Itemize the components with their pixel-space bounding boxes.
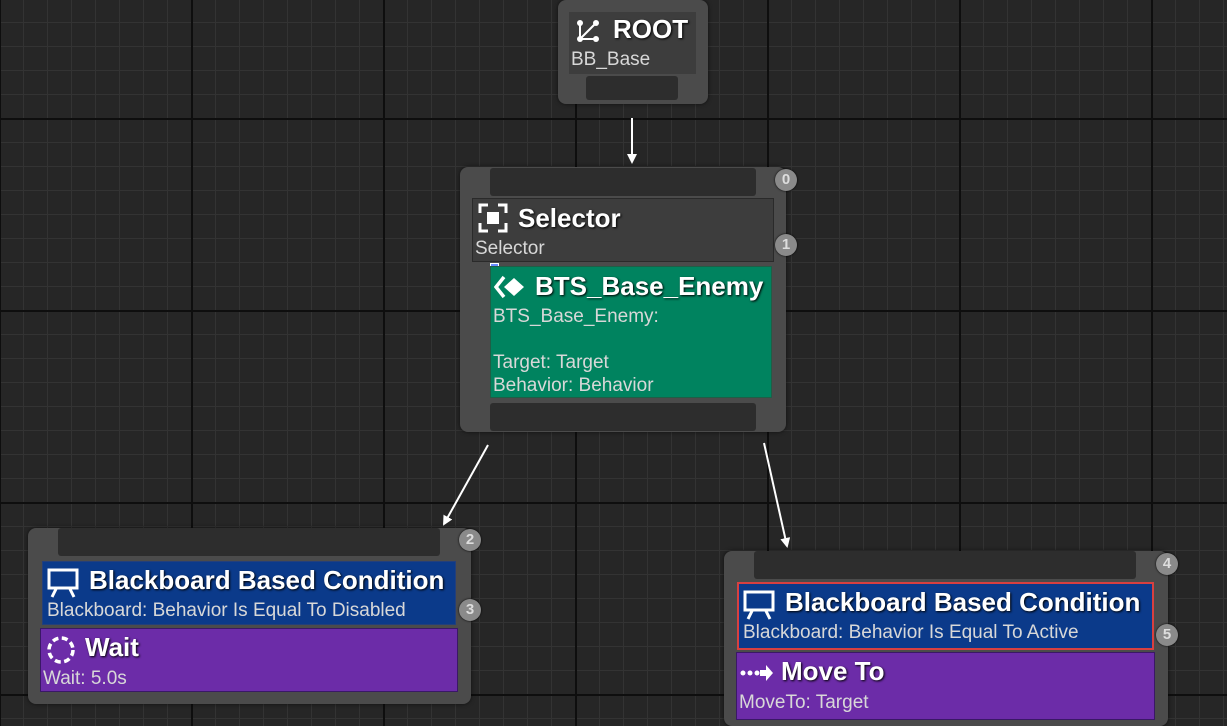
selector-output-pin[interactable] <box>490 403 756 431</box>
left-decorator-subtitle: Blackboard: Behavior Is Equal To Disable… <box>47 600 406 621</box>
root-title: ROOT <box>613 14 689 44</box>
root-subtitle: BB_Base <box>571 49 651 70</box>
execution-order-badge: 2 <box>459 529 481 551</box>
wait-icon <box>47 636 75 664</box>
service-title: BTS_Base_Enemy <box>535 271 764 301</box>
service-line-1: BTS_Base_Enemy: <box>493 306 659 327</box>
root-card: ROOT BB_Base <box>569 12 696 74</box>
selector-icon <box>478 203 508 233</box>
service-line-3: Target: Target <box>493 352 609 373</box>
move-to-task-title: Move To <box>781 656 885 686</box>
root-tree-icon <box>577 20 599 42</box>
selector-card: Selector Selector <box>472 198 774 262</box>
wire-selector-to-left <box>443 444 489 526</box>
move-to-task-subtitle: MoveTo: Target <box>739 692 869 713</box>
execution-order-badge: 1 <box>775 234 797 256</box>
execution-order-badge: 4 <box>1156 553 1178 575</box>
selector-node[interactable]: Selector Selector BTS_Base_Enemy BTS_Bas… <box>460 167 797 432</box>
execution-order-badge: 0 <box>775 169 797 191</box>
move-to-input-pin[interactable] <box>754 551 1136 579</box>
wait-task-title: Wait <box>85 632 139 662</box>
execution-order-badge: 5 <box>1156 624 1178 646</box>
left-decorator-title: Blackboard Based Condition <box>89 565 445 595</box>
blackboard-icon <box>743 590 775 620</box>
wire-selector-to-right <box>763 442 791 548</box>
move-to-task-node[interactable]: Blackboard Based Condition Blackboard: B… <box>724 551 1178 726</box>
right-decorator-subtitle: Blackboard: Behavior Is Equal To Active <box>743 622 1079 643</box>
right-decorator-card[interactable]: Blackboard Based Condition Blackboard: B… <box>737 582 1154 650</box>
move-to-icon <box>740 665 773 681</box>
service-card[interactable]: BTS_Base_Enemy BTS_Base_Enemy: Target: T… <box>490 266 772 398</box>
selector-title: Selector <box>518 203 621 233</box>
selector-subtitle: Selector <box>475 238 545 259</box>
move-to-task-card[interactable]: Move To MoveTo: Target <box>736 652 1155 720</box>
selector-input-pin[interactable] <box>490 168 756 196</box>
root-output-pin[interactable] <box>586 76 678 100</box>
wait-task-node[interactable]: Blackboard Based Condition Blackboard: B… <box>28 528 481 704</box>
root-node[interactable]: ROOT BB_Base <box>558 0 708 104</box>
right-decorator-title: Blackboard Based Condition <box>785 587 1141 617</box>
blackboard-icon <box>47 568 79 598</box>
wait-task-card[interactable]: Wait Wait: 5.0s <box>40 628 458 692</box>
wait-input-pin[interactable] <box>58 528 440 556</box>
service-icon <box>494 275 524 299</box>
service-line-4: Behavior: Behavior <box>493 375 654 396</box>
execution-order-badge: 3 <box>459 599 481 621</box>
wait-task-subtitle: Wait: 5.0s <box>43 668 127 689</box>
left-decorator-card[interactable]: Blackboard Based Condition Blackboard: B… <box>42 561 456 625</box>
